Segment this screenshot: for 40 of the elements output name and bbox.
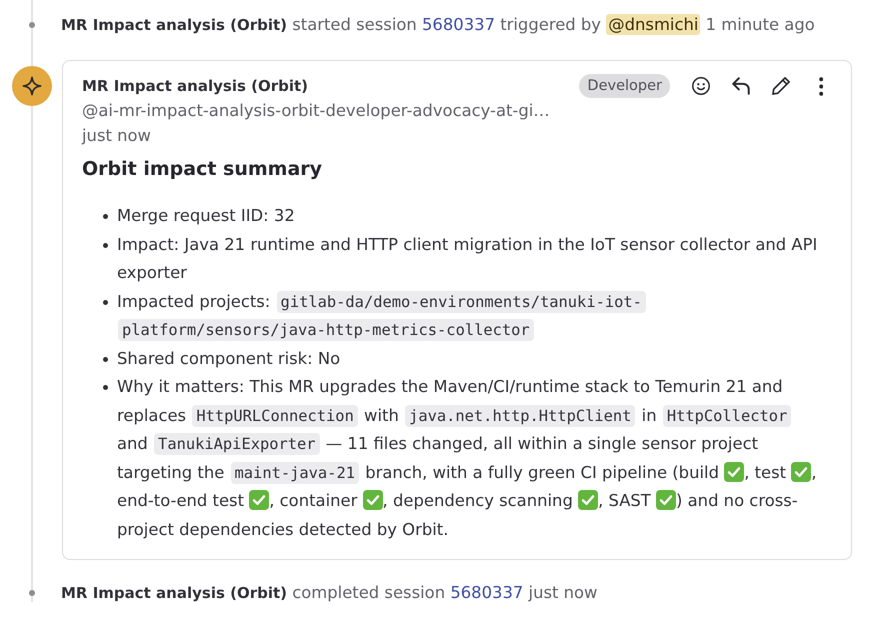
list-item-text: Impacted projects: gitlab-da/demo-environments/tanuki-iot- platform/sensors/java-http-metrics-collector [117, 288, 820, 344]
bullet-icon [103, 300, 108, 304]
inline-code: java.net.http.HttpClient [405, 404, 636, 426]
inline-code: HttpCollector [662, 404, 792, 426]
check-mark-icon [249, 490, 270, 510]
list-item-text: Shared component risk: No [117, 348, 342, 370]
session-link[interactable]: 5680337 [422, 15, 495, 34]
inline-code: HttpURLConnection [192, 404, 358, 426]
author-username: @ai-mr-impact-analysis-orbit-developer-advocacy-at-gi… [82, 100, 550, 122]
dot-icon [29, 590, 35, 596]
role-badge: Developer [579, 74, 670, 98]
check-mark-icon [724, 462, 744, 482]
author-name: MR Impact analysis (Orbit) [82, 76, 310, 97]
check-mark-icon [362, 490, 383, 510]
session-link[interactable]: 5680337 [450, 583, 524, 602]
kebab-menu-icon [818, 76, 824, 96]
activity-text: MR Impact analysis (Orbit) started session 5680337 triggered by @dnsmichi 1 minute ago [61, 13, 815, 37]
bullet-icon [103, 242, 108, 248]
dot-icon [29, 22, 35, 28]
inline-code: maint-java-21 [230, 462, 359, 484]
comment-time: just now [82, 125, 152, 147]
inline-code: TanukiApiExporter [154, 433, 320, 455]
check-mark-icon [578, 490, 598, 510]
summary-heading: Orbit impact summary [82, 157, 324, 182]
smiley-icon [692, 77, 710, 95]
list-item-text: Why it matters: This MR upgrades the Maven/CI/runtime stack to Temurin 21 and replaces HttpURLConnection with java.net.http.HttpClient in HttpCollector and TanukiApiExporter — 11 files changed, all within a single sensor project targeting the maint-java-21 branch, with a fully green CI pipeline (build , test , end-to-end test , container , dependency scanning , SAST ) and no cross-project dependencies detected by Orbit. [117, 376, 818, 540]
bullet-icon [103, 214, 108, 219]
reply-icon [732, 77, 750, 95]
sparkle-icon [12, 66, 52, 106]
bullet-icon [103, 356, 108, 362]
bullet-icon [103, 385, 108, 390]
list-item-text: Merge request IID: 32 [117, 205, 296, 227]
check-mark-icon [791, 462, 812, 482]
inline-code: platform/sensors/java-http-metrics-collector [118, 319, 534, 341]
check-mark-icon [656, 490, 676, 510]
user-mention[interactable]: @dnsmichi [606, 14, 700, 35]
activity-text: MR Impact analysis (Orbit) completed session 5680337 just now [61, 582, 598, 604]
pencil-icon [772, 77, 790, 95]
inline-code: gitlab-da/demo-environments/tanuki-iot- [276, 290, 646, 312]
list-item-text: Impact: Java 21 runtime and HTTP client migration in the IoT sensor collector and API exporter [117, 234, 818, 284]
